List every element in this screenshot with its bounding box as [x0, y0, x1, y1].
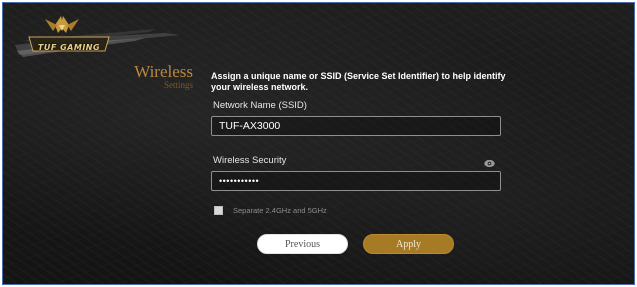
tuf-emblem-icon — [15, 16, 180, 57]
separate-bands-checkbox[interactable] — [214, 206, 223, 215]
wireless-security-label: Wireless Security — [213, 155, 287, 166]
page-title: Wireless — [134, 62, 193, 81]
wireless-password-input[interactable]: ••••••••••• — [211, 171, 501, 191]
apply-button[interactable]: Apply — [363, 234, 454, 254]
instruction-text: Assign a unique name or SSID (Service Se… — [211, 71, 506, 92]
logo-wordmark: TUF GAMING — [37, 43, 101, 52]
page-subtitle: Settings — [163, 80, 193, 90]
previous-button[interactable]: Previous — [257, 234, 348, 254]
section-heading: Wireless Settings — [134, 63, 193, 91]
ssid-input[interactable]: TUF-AX3000 — [211, 116, 501, 136]
setup-window: TUF GAMING Wireless Settings Assign a un… — [2, 2, 635, 285]
ssid-label: Network Name (SSID) — [213, 100, 307, 111]
eye-icon[interactable] — [484, 155, 495, 168]
separate-bands-label: Separate 2.4GHz and 5GHz — [233, 206, 327, 215]
tuf-gaming-logo: TUF GAMING — [15, 11, 185, 61]
